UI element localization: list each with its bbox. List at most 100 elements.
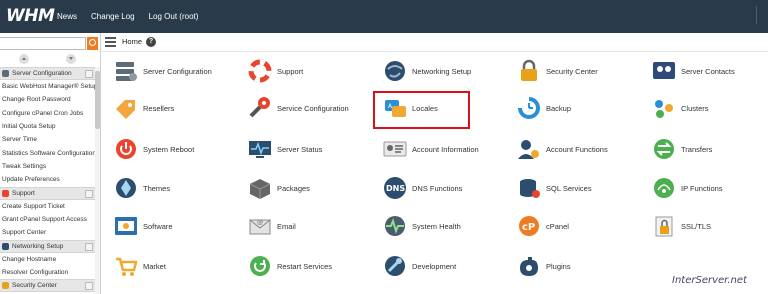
chevron-down-icon[interactable] bbox=[85, 242, 93, 251]
tile-label: Development bbox=[412, 261, 457, 271]
tile-label: IP Functions bbox=[681, 183, 723, 193]
tile-label: Restart Services bbox=[277, 261, 333, 271]
sidebar: Server Configuration Basic WebHost Manage… bbox=[0, 33, 101, 294]
sidebar-item[interactable]: Basic WebHost Manager® Setup bbox=[0, 80, 95, 93]
tile-clusters[interactable]: Clusters bbox=[651, 93, 709, 123]
sql-services-icon bbox=[516, 176, 542, 200]
tile-label: Packages bbox=[277, 183, 310, 193]
scrollbar-thumb[interactable] bbox=[95, 71, 100, 129]
server-contacts-icon bbox=[651, 59, 677, 83]
sidebar-section-security-center[interactable]: Security Center bbox=[0, 279, 95, 293]
tile-label: cPanel bbox=[546, 221, 569, 231]
tile-plugins[interactable]: Plugins bbox=[516, 251, 571, 281]
menu-toggle-icon[interactable] bbox=[105, 37, 116, 47]
tile-label: Email bbox=[277, 221, 296, 231]
sidebar-item[interactable]: Statistics Software Configuration bbox=[0, 147, 95, 160]
support-icon bbox=[2, 189, 9, 197]
themes-icon bbox=[113, 176, 139, 200]
chevron-down-icon[interactable] bbox=[85, 282, 93, 291]
tile-transfers[interactable]: Transfers bbox=[651, 134, 712, 164]
news-link[interactable]: News bbox=[57, 12, 77, 21]
tile-label: Backup bbox=[546, 103, 572, 113]
market-icon bbox=[113, 254, 139, 278]
search-input[interactable] bbox=[0, 37, 86, 50]
sidebar-section-label: Security Center bbox=[12, 282, 57, 290]
sidebar-scrollbar[interactable] bbox=[95, 67, 100, 294]
tile-label: Market bbox=[143, 261, 166, 271]
tile-server-configuration[interactable]: Server Configuration bbox=[113, 56, 212, 86]
tile-dns-functions[interactable]: DNS DNS Functions bbox=[382, 173, 462, 203]
change-log-link[interactable]: Change Log bbox=[91, 12, 135, 21]
tile-label: System Reboot bbox=[143, 144, 195, 154]
tile-software[interactable]: Software bbox=[113, 211, 173, 241]
sidebar-item[interactable]: Update Preferences bbox=[0, 173, 95, 186]
security-center-icon bbox=[2, 282, 9, 290]
tile-resellers[interactable]: Resellers bbox=[113, 93, 174, 123]
sidebar-item[interactable]: Tweak Settings bbox=[0, 160, 95, 173]
sidebar-section-label: Server Configuration bbox=[12, 70, 72, 77]
tile-ssl-tls[interactable]: SSL/TLS bbox=[651, 211, 711, 241]
whm-logo[interactable]: WHM bbox=[6, 6, 55, 26]
home-grid: Server Configuration Support Networking Se… bbox=[102, 52, 768, 294]
interserver-watermark: InterServer.net bbox=[672, 275, 747, 286]
sidebar-item[interactable]: Configure cPanel Cron Jobs bbox=[0, 107, 95, 120]
account-functions-icon bbox=[516, 137, 542, 161]
sidebar-item[interactable]: Create Support Ticket bbox=[0, 200, 95, 213]
system-health-icon bbox=[382, 214, 408, 238]
support-icon bbox=[247, 59, 273, 83]
logout-link[interactable]: Log Out (root) bbox=[149, 12, 199, 21]
cpanel-icon: cP bbox=[516, 214, 542, 238]
tile-label: SQL Services bbox=[546, 183, 592, 193]
tile-system-reboot[interactable]: System Reboot bbox=[113, 134, 194, 164]
chevron-down-icon[interactable] bbox=[85, 189, 93, 198]
tile-service-configuration[interactable]: Service Configuration bbox=[247, 93, 349, 123]
tile-locales[interactable]: A Locales bbox=[382, 93, 438, 123]
sidebar-item[interactable]: Change Root Password bbox=[0, 93, 95, 106]
sidebar-item[interactable]: Initial Quota Setup bbox=[0, 120, 95, 133]
tile-security-center[interactable]: Security Center bbox=[516, 56, 598, 86]
tile-backup[interactable]: Backup bbox=[516, 93, 571, 123]
tile-sql-services[interactable]: SQL Services bbox=[516, 173, 592, 203]
sidebar-item[interactable]: Server Time bbox=[0, 133, 95, 146]
networking-setup-icon bbox=[2, 242, 9, 250]
top-right-button[interactable] bbox=[756, 6, 768, 24]
tile-label: Support bbox=[277, 66, 304, 76]
networking-setup-icon bbox=[382, 59, 408, 83]
tile-server-status[interactable]: Server Status bbox=[247, 134, 322, 164]
breadcrumb-home[interactable]: Home bbox=[122, 37, 142, 46]
tile-label: Service Configuration bbox=[277, 103, 349, 113]
tile-system-health[interactable]: System Health bbox=[382, 211, 461, 241]
tile-account-information[interactable]: Account Information bbox=[382, 134, 479, 164]
tile-cpanel[interactable]: cP cPanel bbox=[516, 211, 569, 241]
tile-packages[interactable]: Packages bbox=[247, 173, 310, 203]
software-icon bbox=[113, 214, 139, 238]
tile-label: Networking Setup bbox=[412, 66, 472, 76]
sidebar-item[interactable]: Resolver Configuration bbox=[0, 266, 95, 279]
sidebar-section-support[interactable]: Support bbox=[0, 186, 95, 200]
tile-development[interactable]: Development bbox=[382, 251, 456, 281]
tile-server-contacts[interactable]: Server Contacts bbox=[651, 56, 735, 86]
sidebar-search bbox=[0, 37, 100, 51]
tile-themes[interactable]: Themes bbox=[113, 173, 170, 203]
tile-networking-setup[interactable]: Networking Setup bbox=[382, 56, 471, 86]
tile-label: Software bbox=[143, 221, 173, 231]
sidebar-section-server-configuration[interactable]: Server Configuration bbox=[0, 67, 95, 80]
tile-market[interactable]: Market bbox=[113, 251, 166, 281]
tile-restart-services[interactable]: Restart Services bbox=[247, 251, 332, 281]
sidebar-item[interactable]: Support Center bbox=[0, 226, 95, 239]
tile-account-functions[interactable]: Account Functions bbox=[516, 134, 608, 164]
backup-icon bbox=[516, 96, 542, 120]
help-icon[interactable]: ? bbox=[146, 37, 156, 47]
sidebar-item[interactable]: Grant cPanel Support Access bbox=[0, 213, 95, 226]
tile-email[interactable]: @ Email bbox=[247, 211, 296, 241]
tile-ip-functions[interactable]: IP Functions bbox=[651, 173, 723, 203]
search-button[interactable] bbox=[87, 37, 98, 50]
tile-label: Server Status bbox=[277, 144, 323, 154]
scroll-down-icon[interactable] bbox=[66, 54, 77, 64]
tile-label: Account Functions bbox=[546, 144, 608, 154]
chevron-down-icon[interactable] bbox=[85, 70, 93, 78]
scroll-up-icon[interactable] bbox=[18, 54, 29, 64]
tile-support[interactable]: Support bbox=[247, 56, 303, 86]
sidebar-item[interactable]: Change Hostname bbox=[0, 253, 95, 266]
sidebar-section-networking-setup[interactable]: Networking Setup bbox=[0, 239, 95, 253]
